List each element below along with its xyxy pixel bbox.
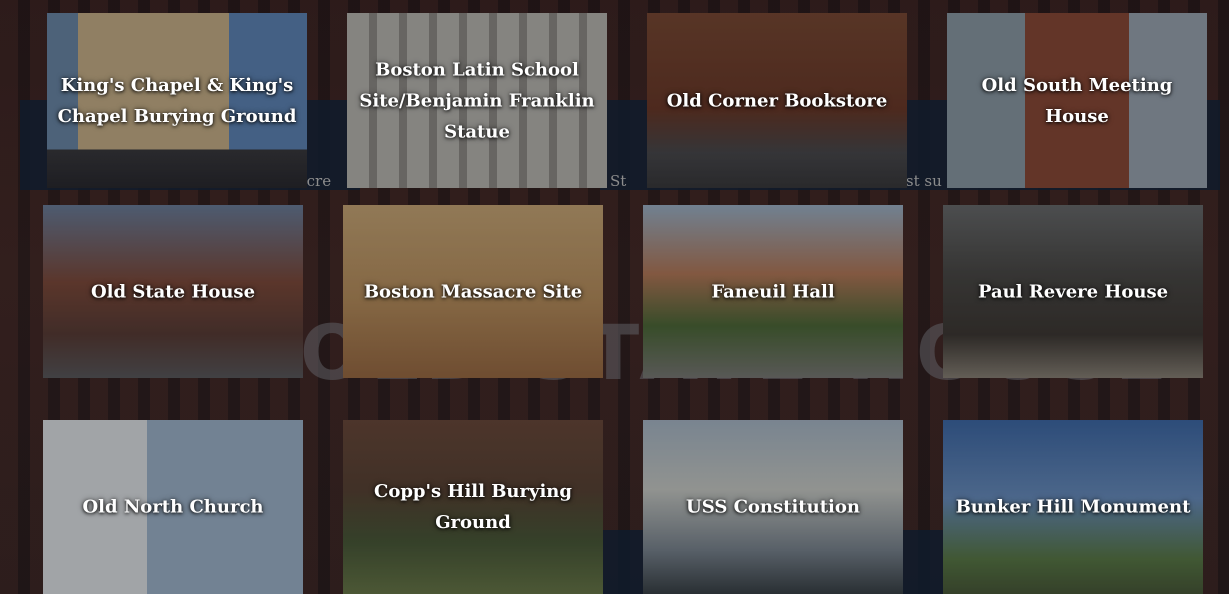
tile-label: Faneuil Hall: [711, 281, 835, 302]
tile-label: Bunker Hill Monument: [955, 496, 1191, 518]
tile-paul-revere-house[interactable]: Paul Revere House: [943, 205, 1203, 378]
tile-label: Paul Revere House: [977, 281, 1169, 302]
tile-label: Copp's Hill Burying Ground: [374, 481, 572, 533]
tile-label: Boston Massacre Site: [363, 281, 583, 302]
freedom-trail-page: sacre d St st su OLD STATE HOUSE King's …: [0, 0, 1229, 594]
tile-label: Old North Church: [82, 496, 264, 518]
tile-label: Old South Meeting House: [981, 74, 1173, 127]
tile-label: Old Corner Bookstore: [666, 90, 888, 111]
tile-old-state-house[interactable]: Old State House: [43, 205, 303, 378]
tile-label: Old State House: [90, 281, 256, 302]
tile-label: Boston Latin School Site/Benjamin Frankl…: [359, 59, 595, 142]
tile-old-south-meeting-house[interactable]: Old South Meeting House: [947, 13, 1207, 188]
tile-kings-chapel[interactable]: King's Chapel & King's Chapel Burying Gr…: [47, 13, 307, 188]
tile-boston-massacre-site[interactable]: Boston Massacre Site: [343, 205, 603, 378]
tile-bunker-hill-monument[interactable]: Bunker Hill Monument: [943, 420, 1203, 594]
background-caption-fragment: st su: [905, 172, 942, 190]
tile-faneuil-hall[interactable]: Faneuil Hall: [643, 205, 903, 378]
tile-label: USS Constitution: [686, 496, 860, 518]
tile-label: King's Chapel & King's Chapel Burying Gr…: [57, 74, 297, 127]
tile-copps-hill-burying-ground[interactable]: Copp's Hill Burying Ground: [343, 420, 603, 594]
tile-old-corner-bookstore[interactable]: Old Corner Bookstore: [647, 13, 907, 188]
tile-boston-latin-school[interactable]: Boston Latin School Site/Benjamin Frankl…: [347, 13, 607, 188]
tile-old-north-church[interactable]: Old North Church: [43, 420, 303, 594]
tile-uss-constitution[interactable]: USS Constitution: [643, 420, 903, 594]
